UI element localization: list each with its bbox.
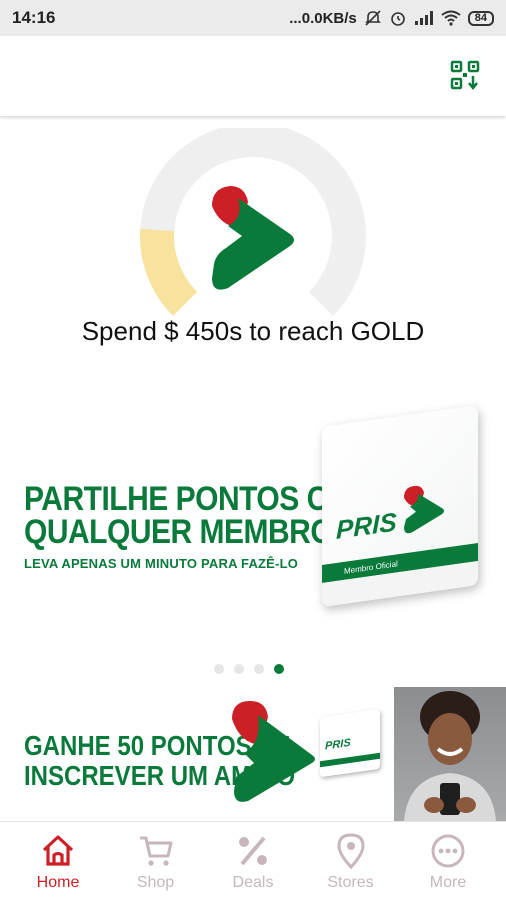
nav-shop[interactable]: Shop xyxy=(124,822,188,900)
card-brand: PRIS xyxy=(336,506,397,545)
home-icon xyxy=(42,835,74,866)
alarm-icon xyxy=(390,12,405,26)
nav-shop-label: Shop xyxy=(136,874,175,891)
status-bar: 14:16 ...0.0KB/s 84 xyxy=(0,0,506,36)
nav-home-label: Home xyxy=(36,874,80,891)
progress-gauge xyxy=(140,128,366,316)
bottom-navigation: Home Shop Deals Stores More xyxy=(0,821,506,900)
carousel-dot[interactable] xyxy=(274,664,284,674)
pris-logo-icon xyxy=(212,186,294,290)
nav-more-label: More xyxy=(429,874,467,891)
carousel-dot[interactable] xyxy=(234,664,244,674)
battery-indicator: 84 xyxy=(467,10,494,26)
mute-icon xyxy=(364,10,381,26)
carousel-dot[interactable] xyxy=(254,664,264,674)
cart-icon xyxy=(139,836,172,866)
promo-card-strip xyxy=(320,752,380,768)
wifi-icon xyxy=(441,10,461,26)
signal-icon xyxy=(414,11,433,25)
status-time: 14:16 xyxy=(12,8,56,27)
tier-progress: Spend $ 450s to reach GOLD xyxy=(0,120,506,350)
tier-progress-message: Spend $ 450s to reach GOLD xyxy=(81,316,425,346)
person-with-phone-image xyxy=(404,691,496,821)
more-icon xyxy=(431,834,465,868)
promo-card-brand: PRIS xyxy=(325,736,351,753)
percent-icon xyxy=(239,836,267,866)
status-icons: ...0.0KB/s 84 xyxy=(289,9,494,27)
top-app-bar xyxy=(0,36,506,116)
promo-photo xyxy=(394,687,506,821)
carousel-indicator xyxy=(214,664,284,674)
banner-subtitle: LEVA APENAS UM MINUTO PARA FAZÊ-LO xyxy=(24,556,299,571)
carousel-banner[interactable]: PARTILHE PONTOS COM QUALQUER MEMBRO LEVA… xyxy=(0,396,506,636)
promo-logo-icon xyxy=(232,701,315,802)
banner-headline-2: QUALQUER MEMBRO xyxy=(24,513,334,551)
location-pin-icon xyxy=(336,833,365,870)
membership-card-image: PRIS Membro Oficial xyxy=(322,405,478,607)
nav-home[interactable]: Home xyxy=(26,822,90,900)
card-logo-icon xyxy=(404,485,444,534)
nav-deals-label: Deals xyxy=(232,874,274,891)
referral-promo-banner[interactable]: GANHE 50 PONTOS SE INSCREVER UM AMIGO PR… xyxy=(0,687,506,821)
promo-card-image: PRIS xyxy=(320,708,380,778)
nav-deals[interactable]: Deals xyxy=(221,822,285,900)
nav-more[interactable]: More xyxy=(416,822,480,900)
nav-stores[interactable]: Stores xyxy=(319,822,383,900)
qr-code-download-icon[interactable] xyxy=(450,60,480,90)
nav-stores-label: Stores xyxy=(327,874,374,891)
net-speed: ...0.0KB/s xyxy=(289,9,357,27)
carousel-dot[interactable] xyxy=(214,664,224,674)
